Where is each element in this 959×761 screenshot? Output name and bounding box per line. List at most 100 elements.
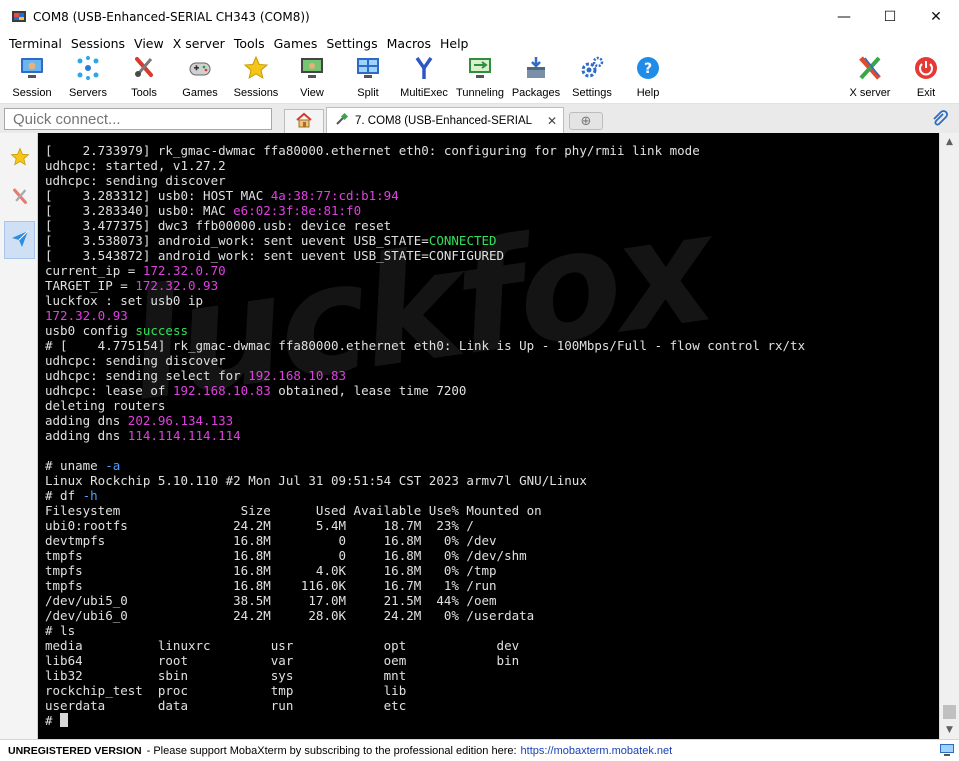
mobaxterm-app-icon	[11, 9, 27, 25]
help-button[interactable]: ? Help	[620, 55, 676, 101]
terminal-text: udhcpc: sending discover	[45, 173, 226, 188]
maximize-button[interactable]: ☐	[867, 0, 913, 34]
terminal-text: # df	[45, 488, 83, 503]
sessions-button[interactable]: Sessions	[228, 55, 284, 101]
terminal-text: udhcpc: sending select for	[45, 368, 249, 383]
terminal-line: tmpfs 16.8M 116.0K 16.7M 1% /run	[45, 578, 805, 593]
svg-text:?: ?	[644, 61, 652, 77]
home-tab[interactable]	[284, 109, 324, 133]
terminal-text: adding dns	[45, 428, 128, 443]
terminal-text: -h	[82, 488, 98, 503]
terminal-line: [ 2.733979] rk_gmac-dwmac ffa80000.ether…	[45, 143, 805, 158]
terminal-text: -a	[105, 458, 121, 473]
session-button[interactable]: Session	[4, 55, 60, 101]
power-icon	[913, 55, 939, 81]
help-question-icon: ?	[635, 55, 661, 81]
scroll-down-arrow[interactable]: ▼	[940, 721, 959, 738]
terminal-line: rockchip_test proc tmp lib	[45, 683, 805, 698]
x-server-button[interactable]: X server	[842, 55, 898, 101]
paperclip-icon[interactable]	[931, 110, 949, 128]
terminal-text: 192.168.10.83	[248, 368, 347, 383]
settings-button[interactable]: Settings	[564, 55, 620, 101]
menu-tools[interactable]: Tools	[230, 36, 269, 51]
multiexec-button[interactable]: MultiExec	[396, 55, 452, 101]
terminal-line: ubi0:rootfs 24.2M 5.4M 18.7M 23% /	[45, 518, 805, 533]
main-toolbar: Session Servers Tools Games Sessions Vie…	[0, 52, 959, 104]
unregistered-label: UNREGISTERED VERSION	[8, 744, 142, 757]
terminal-text: usb0 config	[45, 323, 136, 338]
servers-network-icon	[75, 55, 101, 81]
terminal-line: udhcpc: started, v1.27.2	[45, 158, 805, 173]
tab-com8[interactable]: 7. COM8 (USB-Enhanced-SERIAL ✕	[326, 107, 564, 133]
terminal-text: TARGET_IP =	[45, 278, 136, 293]
terminal-line: lib32 sbin sys mnt	[45, 668, 805, 683]
scroll-up-arrow[interactable]: ▲	[940, 133, 959, 150]
terminal-text: 192.168.10.83	[172, 383, 271, 398]
menu-games[interactable]: Games	[270, 36, 322, 51]
terminal-text: tmpfs 16.8M 0 16.8M 0% /dev/shm	[45, 548, 527, 563]
tab-close-icon[interactable]: ✕	[547, 114, 557, 128]
menu-macros[interactable]: Macros	[383, 36, 435, 51]
terminal-text: ubi0:rootfs 24.2M 5.4M 18.7M 23% /	[45, 518, 474, 533]
title-bar: COM8 (USB-Enhanced-SERIAL CH343 (COM8)) …	[0, 0, 959, 34]
gamepad-icon	[187, 55, 213, 81]
menu-settings[interactable]: Settings	[322, 36, 381, 51]
side-sftp-button[interactable]	[4, 221, 35, 259]
terminal-text: [ 3.283340] usb0: MAC	[45, 203, 234, 218]
terminal-line: adding dns 114.114.114.114	[45, 428, 805, 443]
tunneling-button[interactable]: Tunneling	[452, 55, 508, 101]
home-icon	[295, 112, 313, 131]
tunneling-icon	[467, 55, 493, 81]
side-sessions-button[interactable]	[4, 139, 35, 177]
menu-view[interactable]: View	[130, 36, 168, 51]
terminal-output[interactable]: luckfox [ 2.733979] rk_gmac-dwmac ffa800…	[38, 133, 939, 739]
terminal-text: [ 3.477375] dwc3 ffb00000.usb: device re…	[45, 218, 392, 233]
terminal-line: adding dns 202.96.134.133	[45, 413, 805, 428]
paper-plane-icon	[10, 229, 30, 252]
terminal-line: devtmpfs 16.8M 0 16.8M 0% /dev	[45, 533, 805, 548]
tab-bar: 7. COM8 (USB-Enhanced-SERIAL ✕ ⊕	[0, 104, 959, 133]
view-button[interactable]: View	[284, 55, 340, 101]
terminal-text: obtained, lease time 7200	[270, 383, 467, 398]
menu-x-server[interactable]: X server	[169, 36, 229, 51]
packages-button[interactable]: Packages	[508, 55, 564, 101]
terminal-line: tmpfs 16.8M 0 16.8M 0% /dev/shm	[45, 548, 805, 563]
terminal-text: tmpfs 16.8M 116.0K 16.7M 1% /run	[45, 578, 497, 593]
menu-sessions[interactable]: Sessions	[67, 36, 129, 51]
terminal-line: udhcpc: sending select for 192.168.10.83	[45, 368, 805, 383]
minimize-button[interactable]: —	[821, 0, 867, 34]
terminal-line: # [ 4.775154] rk_gmac-dwmac ffa80000.eth…	[45, 338, 805, 353]
terminal-text: CONNECTED	[428, 233, 497, 248]
terminal-line: [ 3.477375] dwc3 ffb00000.usb: device re…	[45, 218, 805, 233]
quick-connect-input[interactable]	[4, 108, 272, 130]
servers-button[interactable]: Servers	[60, 55, 116, 101]
menu-help[interactable]: Help	[436, 36, 473, 51]
terminal-text: /dev/ubi6_0 24.2M 28.0K 24.2M 0% /userda…	[45, 608, 535, 623]
terminal-line: Linux Rockchip 5.10.110 #2 Mon Jul 31 09…	[45, 473, 805, 488]
tools-button[interactable]: Tools	[116, 55, 172, 101]
side-tools-button[interactable]	[4, 179, 35, 217]
menu-terminal[interactable]: Terminal	[5, 36, 66, 51]
terminal-line: current_ip = 172.32.0.70	[45, 263, 805, 278]
mobatek-link[interactable]: https://mobaxterm.mobatek.net	[521, 745, 673, 757]
new-tab-button[interactable]: ⊕	[569, 112, 603, 130]
close-window-button[interactable]: ✕	[913, 0, 959, 34]
exit-button[interactable]: Exit	[898, 55, 954, 101]
terminal-text: luckfox : set usb0 ip	[45, 293, 204, 308]
settings-gears-icon	[579, 55, 605, 81]
star-icon	[10, 147, 30, 170]
terminal-scrollbar[interactable]: ▲ ▼	[939, 133, 959, 739]
terminal-text: udhcpc: sending discover	[45, 353, 226, 368]
terminal-text: [ 3.283312] usb0: HOST MAC	[45, 188, 271, 203]
terminal-line: udhcpc: sending discover	[45, 173, 805, 188]
terminal-text: 172.32.0.70	[142, 263, 226, 278]
scroll-thumb[interactable]	[943, 705, 956, 719]
terminal-line: TARGET_IP = 172.32.0.93	[45, 278, 805, 293]
games-button[interactable]: Games	[172, 55, 228, 101]
terminal-text: current_ip =	[45, 263, 143, 278]
terminal-line: userdata data run etc	[45, 698, 805, 713]
split-button[interactable]: Split	[340, 55, 396, 101]
terminal-text: devtmpfs 16.8M 0 16.8M 0% /dev	[45, 533, 497, 548]
terminal-text: /dev/ubi5_0 38.5M 17.0M 21.5M 44% /oem	[45, 593, 497, 608]
